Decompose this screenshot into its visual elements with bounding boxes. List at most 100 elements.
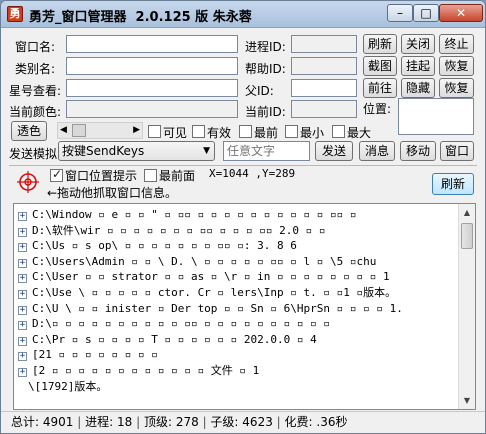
tree-row-label: C:\Users\Admin ▫ ▫ \ D. \ ▫ ▫ ▫ ▫ ▫ ▫▫ ▫… (32, 254, 377, 268)
top-level-label: 顶级: (143, 415, 172, 429)
enabled-label: 有效 (207, 126, 232, 140)
tree-row[interactable]: + [21 ▫ ▫ ▫ ▫ ▫ ▫ ▫ ▫ (18, 347, 158, 363)
resume-button[interactable]: 恢复 (439, 56, 474, 76)
position-field[interactable] (398, 98, 474, 135)
window-name-field[interactable] (66, 35, 238, 53)
tree-row[interactable]: + D:\软件\wir ▫ ▫ ▫ ▫ ▫ ▫ ▫ ▫▫ ▫ ▫ ▫ ▫▫ 2.0… (18, 223, 326, 239)
visible-label: 可见 (163, 126, 188, 140)
cursor-coordinates: X=1044 ,Y=289 (209, 167, 296, 180)
scroll-down-arrow-icon[interactable]: ▼ (459, 392, 475, 409)
crosshair-finder-icon[interactable] (17, 171, 39, 193)
restore-button[interactable]: 恢复 (439, 78, 474, 98)
goto-button[interactable]: 前往 (363, 78, 397, 98)
expand-icon[interactable]: + (18, 212, 27, 221)
visible-checkbox[interactable] (148, 125, 161, 138)
scroll-thumb[interactable] (461, 223, 473, 249)
window-button[interactable]: 窗口 (440, 141, 474, 161)
class-name-field[interactable] (66, 57, 238, 75)
slider-thumb[interactable] (72, 124, 86, 137)
send-button[interactable]: 发送 (315, 141, 353, 161)
tree-vertical-scrollbar[interactable]: ▲ ▼ (458, 204, 475, 409)
expand-icon[interactable]: + (18, 336, 27, 346)
front-checkbox[interactable] (144, 169, 157, 182)
front-label: 最前面 (159, 169, 196, 183)
tree-row[interactable]: + C:\Us ▫ s op\ ▫ ▫ ▫ ▫ ▫ ▫ ▫ ▫▫ ▫: 3. 8 … (18, 238, 297, 254)
position-hint-label: 窗口位置提示 (65, 169, 138, 183)
tree-row[interactable]: + C:\Use \ ▫ ▫ ▫ ▫ ▫ ctor. Cr ▫ lers\Inp … (18, 285, 396, 301)
slider-left-arrow-icon[interactable]: ◀ (60, 123, 67, 138)
tree-row-label: C:\Pr ▫ s ▫ ▫ ▫ ▫ T ▫ ▫ ▫ ▫ ▫ ▫ 202.0.0 … (32, 332, 317, 346)
send-mode-value: 按键SendKeys (62, 144, 145, 158)
maximize-checkbox[interactable] (332, 125, 345, 138)
tree-row-label: C:\User ▫ ▫ strator ▫ ▫ as ▫ \r ▫ in ▫ ▫… (32, 270, 390, 284)
help-id-label: 帮助ID: (245, 62, 286, 76)
send-mode-label: 发送模拟 (9, 147, 58, 161)
tree-row[interactable]: + [2 ▫ ▫ ▫ ▫ ▫ ▫ ▫ ▫ ▫ ▫ ▫ ▫ 文件 ▫ 1 (18, 363, 259, 379)
window-name-label: 窗口名: (15, 40, 56, 54)
move-button[interactable]: 移动 (400, 141, 436, 161)
refresh-list-button[interactable]: 刷新 (432, 173, 474, 195)
minimize-checkbox[interactable] (285, 125, 298, 138)
suspend-button[interactable]: 挂起 (401, 56, 435, 76)
hide-button[interactable]: 隐藏 (401, 78, 435, 98)
topmost-label: 最前 (254, 126, 279, 140)
maximize-button[interactable]: □ (413, 4, 439, 22)
current-id-field[interactable] (291, 100, 357, 118)
tree-row[interactable]: + D:\▫ ▫ ▫ ▫ ▫ ▫ ▫ ▫ ▫ ▫ ▫▫ ▫ ▫ ▫ ▫ ▫ ▫ ▫… (18, 316, 330, 332)
position-label: 位置: (363, 102, 392, 116)
time-cost-label: 化费: (284, 415, 313, 429)
tree-row-label: C:\Use \ ▫ ▫ ▫ ▫ ▫ ctor. Cr ▫ lers\Inp ▫… (32, 286, 397, 299)
slider-right-arrow-icon[interactable]: ▶ (133, 123, 140, 138)
expand-icon[interactable]: + (18, 258, 27, 268)
tree-row[interactable]: \[1792]版本。 (28, 379, 107, 395)
tree-row-label: [21 ▫ ▫ ▫ ▫ ▫ ▫ ▫ ▫ (32, 348, 158, 362)
send-mode-select[interactable]: 按键SendKeys ▼ (58, 141, 215, 161)
tree-row[interactable]: + C:\User ▫ ▫ strator ▫ ▫ as ▫ \r ▫ in ▫ … (18, 269, 390, 285)
topmost-checkbox[interactable] (239, 125, 252, 138)
star-view-label: 星号查看: (9, 84, 62, 98)
minimize-label: 最小 (300, 126, 325, 140)
expand-icon[interactable]: + (18, 243, 27, 253)
chevron-down-icon: ▼ (203, 146, 210, 156)
total-label: 总计: (11, 415, 40, 429)
current-color-field (66, 100, 238, 118)
tree-row[interactable]: + C:\Pr ▫ s ▫ ▫ ▫ ▫ T ▫ ▫ ▫ ▫ ▫ ▫ 202.0.0… (18, 332, 317, 348)
tree-row[interactable]: + C:\U \ ▫ ▫ inister ▫ Der top ▫ ▫ Sn ▫ 6… (18, 301, 403, 317)
expand-icon[interactable]: + (18, 321, 27, 331)
expand-icon[interactable]: + (18, 352, 27, 362)
help-id-field[interactable] (291, 57, 357, 75)
enabled-checkbox[interactable] (192, 125, 205, 138)
section-divider (9, 165, 477, 166)
message-button[interactable]: 消息 (359, 141, 395, 161)
expand-icon[interactable]: + (18, 290, 27, 299)
scroll-up-arrow-icon[interactable]: ▲ (459, 204, 475, 221)
parent-id-label: 父ID: (245, 84, 274, 98)
position-hint-checkbox[interactable] (50, 167, 63, 182)
process-id-field[interactable] (291, 35, 357, 53)
star-view-field[interactable] (66, 79, 238, 97)
screenshot-button[interactable]: 截图 (363, 56, 397, 76)
expand-icon[interactable]: + (18, 227, 27, 237)
parent-id-field[interactable] (291, 79, 357, 97)
class-name-label: 类别名: (15, 62, 56, 76)
terminate-button[interactable]: 终止 (439, 34, 474, 54)
expand-icon[interactable]: + (18, 274, 27, 284)
tree-row[interactable]: + C:\Users\Admin ▫ ▫ \ D. \ ▫ ▫ ▫ ▫ ▫ ▫▫ … (18, 254, 376, 270)
close-target-button[interactable]: 关闭 (401, 34, 435, 54)
child-label: 子级: (210, 415, 239, 429)
minimize-button[interactable]: – (387, 4, 413, 22)
transparent-button[interactable]: 透色 (11, 121, 47, 141)
expand-icon[interactable]: + (18, 305, 27, 315)
tree-row[interactable]: + C:\Window ▫ e ▫ ▫ " ▫ ▫▫ ▫ ▫ ▫ ▫ ▫ ▫ ▫ … (18, 207, 357, 223)
refresh-button[interactable]: 刷新 (363, 34, 397, 54)
drag-hint-text: ←拖动他抓取窗口信息。 (47, 186, 178, 200)
current-color-label: 当前颜色: (9, 105, 62, 119)
tree-row-label: \[1792]版本。 (28, 379, 108, 393)
expand-icon[interactable]: + (18, 368, 27, 377)
close-window-button[interactable]: ✕ (439, 4, 483, 22)
tree-row-label: C:\Window ▫ e ▫ ▫ " ▫ ▫▫ ▫ ▫ ▫ ▫ ▫ ▫ ▫ ▫… (32, 208, 357, 221)
window-tree[interactable]: + C:\Window ▫ e ▫ ▫ " ▫ ▫▫ ▫ ▫ ▫ ▫ ▫ ▫ ▫ … (13, 203, 476, 410)
title-bar[interactable]: 勇 勇芳_窗口管理器 2.0.125 版 朱永蓉 – □ ✕ (1, 1, 485, 28)
arbitrary-text-input[interactable] (223, 141, 310, 161)
transparency-slider[interactable]: ◀ ▶ (57, 122, 143, 139)
